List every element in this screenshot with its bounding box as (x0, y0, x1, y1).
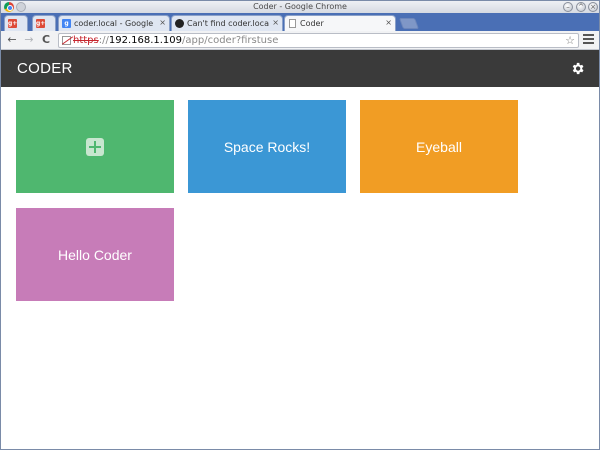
app-tile-space-rocks[interactable]: Space Rocks! (188, 100, 346, 193)
google-icon: g (62, 19, 71, 28)
window-title: Coder - Google Chrome (253, 2, 347, 11)
tab-coder[interactable]: Coder × (284, 15, 396, 31)
tab-close-icon[interactable]: × (385, 18, 392, 27)
page-icon (289, 19, 296, 28)
url-separator: :// (98, 35, 109, 46)
tab-google-plus-2[interactable]: g+ (32, 15, 56, 31)
new-app-tile[interactable] (16, 100, 174, 193)
tab-coder-local-search[interactable]: g coder.local - Google Se × (58, 15, 170, 31)
tab-title: Can't find coder.local (187, 19, 269, 28)
tab-close-icon[interactable]: × (159, 18, 166, 27)
gear-icon[interactable] (570, 61, 585, 76)
app-tile-eyeball[interactable]: Eyeball (360, 100, 518, 193)
reload-button[interactable]: C (39, 33, 53, 47)
chrome-menu-icon[interactable] (583, 34, 594, 46)
address-bar[interactable]: https://192.168.1.109/app/coder?firstuse… (58, 33, 579, 48)
back-button[interactable]: ← (5, 33, 19, 47)
close-window-button[interactable]: × (588, 2, 598, 12)
tab-title: coder.local - Google Se (74, 19, 156, 28)
browser-toolbar: ← → C https://192.168.1.109/app/coder?fi… (1, 31, 599, 50)
app-tile-hello-coder[interactable]: Hello Coder (16, 208, 174, 301)
url-path: /app/coder?firstuse (182, 35, 279, 46)
google-plus-icon: g+ (36, 19, 46, 28)
github-icon (175, 19, 184, 28)
tab-close-icon[interactable]: × (272, 18, 279, 27)
tab-cant-find-coder[interactable]: Can't find coder.local × (171, 15, 283, 31)
insecure-lock-icon[interactable] (62, 36, 71, 45)
tab-google-plus-1[interactable]: g+ (4, 15, 28, 31)
app-tile-label: Space Rocks! (223, 138, 311, 155)
maximize-button[interactable]: ^ (576, 2, 586, 12)
url-text: https://192.168.1.109/app/coder?firstuse (73, 34, 278, 47)
google-plus-icon: g+ (8, 19, 18, 28)
forward-button[interactable]: → (22, 33, 36, 47)
plus-icon (86, 137, 104, 156)
url-scheme: https (73, 35, 99, 46)
tab-title: Coder (300, 19, 324, 28)
app-title: CODER (17, 60, 73, 77)
minimize-button[interactable]: – (563, 2, 573, 12)
bookmark-star-icon[interactable]: ☆ (565, 34, 575, 47)
tab-strip: g+ g+ g coder.local - Google Se × Can't … (1, 13, 599, 31)
window-titlebar: Coder - Google Chrome – ^ × (1, 1, 599, 13)
app-tile-label: Eyeball (416, 138, 462, 155)
app-tile-label: Hello Coder (58, 246, 132, 263)
app-header: CODER (1, 50, 599, 87)
url-host: 192.168.1.109 (108, 35, 183, 46)
browser-window: Coder - Google Chrome – ^ × g+ g+ g code… (0, 0, 600, 450)
new-tab-button[interactable] (398, 18, 420, 29)
